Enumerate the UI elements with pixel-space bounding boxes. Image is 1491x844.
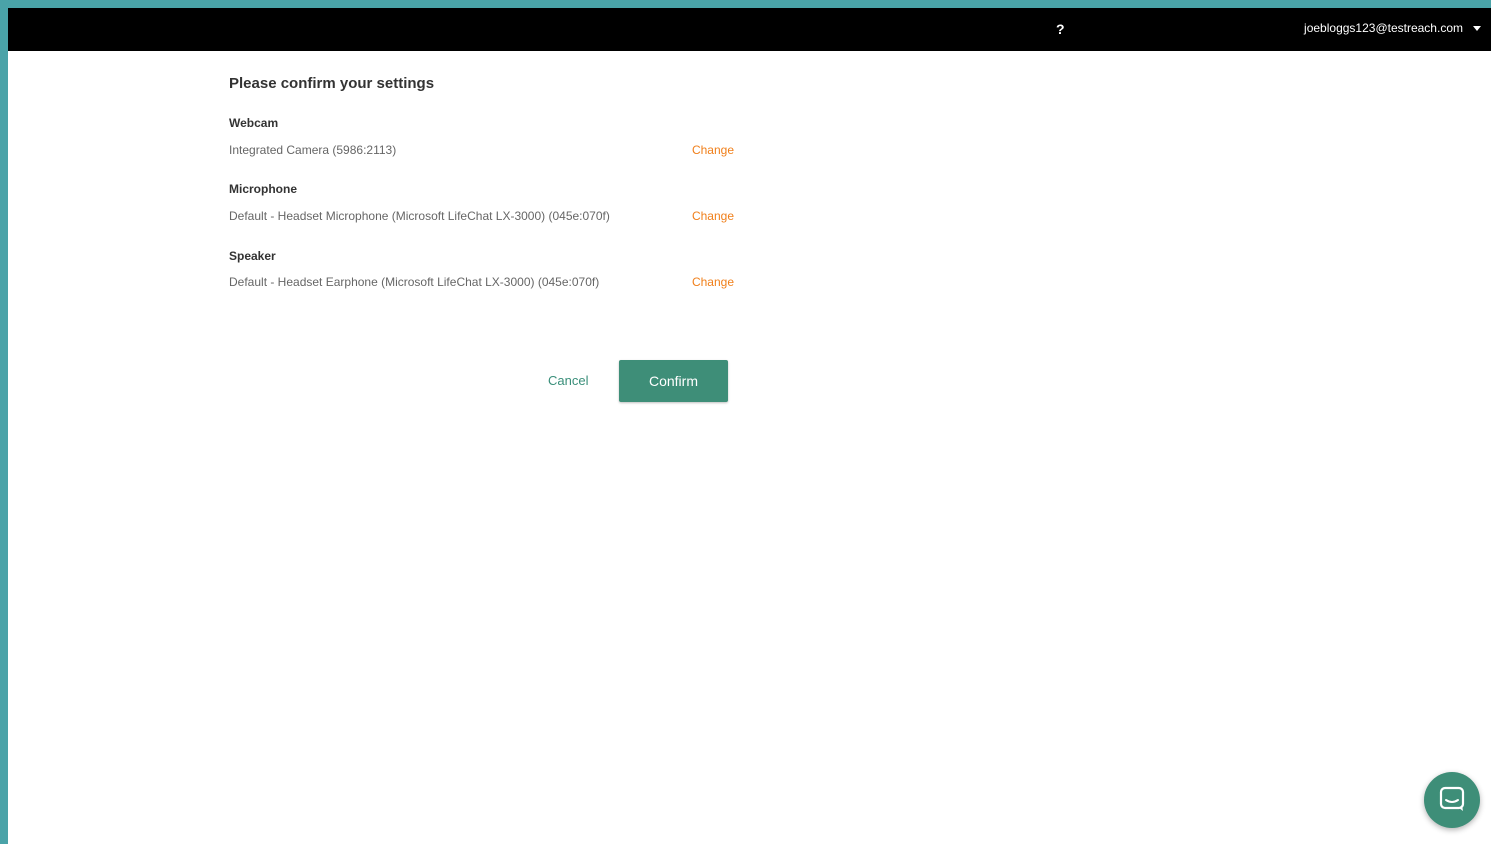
cancel-button[interactable]: Cancel: [548, 373, 588, 388]
webcam-setting: Webcam Integrated Camera (5986:2113) Cha…: [229, 115, 734, 158]
confirm-button[interactable]: Confirm: [619, 360, 728, 402]
app-window: ? joebloggs123@testreach.com Please conf…: [8, 8, 1491, 844]
chat-launcher-button[interactable]: [1424, 772, 1480, 828]
webcam-label: Webcam: [229, 116, 279, 130]
speaker-setting: Speaker Default - Headset Earphone (Micr…: [229, 248, 734, 290]
webcam-value: Integrated Camera (5986:2113): [229, 143, 397, 157]
chat-bubble-icon: [1439, 786, 1465, 811]
microphone-value: Default - Headset Microphone (Microsoft …: [229, 209, 610, 223]
chevron-down-icon[interactable]: [1473, 25, 1481, 31]
speaker-change-link[interactable]: Change: [692, 274, 734, 290]
top-navbar: ? joebloggs123@testreach.com: [8, 8, 1491, 51]
help-icon[interactable]: ?: [1056, 20, 1065, 38]
speaker-label: Speaker: [229, 249, 276, 263]
speaker-row: Default - Headset Earphone (Microsoft Li…: [229, 274, 734, 290]
webcam-change-link[interactable]: Change: [692, 142, 734, 158]
page-title: Please confirm your settings: [229, 75, 435, 92]
microphone-row: Default - Headset Microphone (Microsoft …: [229, 208, 734, 224]
speaker-value: Default - Headset Earphone (Microsoft Li…: [229, 275, 600, 289]
microphone-change-link[interactable]: Change: [692, 208, 734, 224]
microphone-setting: Microphone Default - Headset Microphone …: [229, 181, 734, 224]
microphone-label: Microphone: [229, 182, 297, 196]
settings-panel: Please confirm your settings Webcam Inte…: [229, 72, 734, 402]
dialog-actions: Cancel Confirm: [229, 360, 729, 402]
user-email[interactable]: joebloggs123@testreach.com: [1304, 19, 1463, 37]
webcam-row: Integrated Camera (5986:2113) Change: [229, 142, 734, 158]
user-menu[interactable]: joebloggs123@testreach.com: [1304, 19, 1481, 37]
